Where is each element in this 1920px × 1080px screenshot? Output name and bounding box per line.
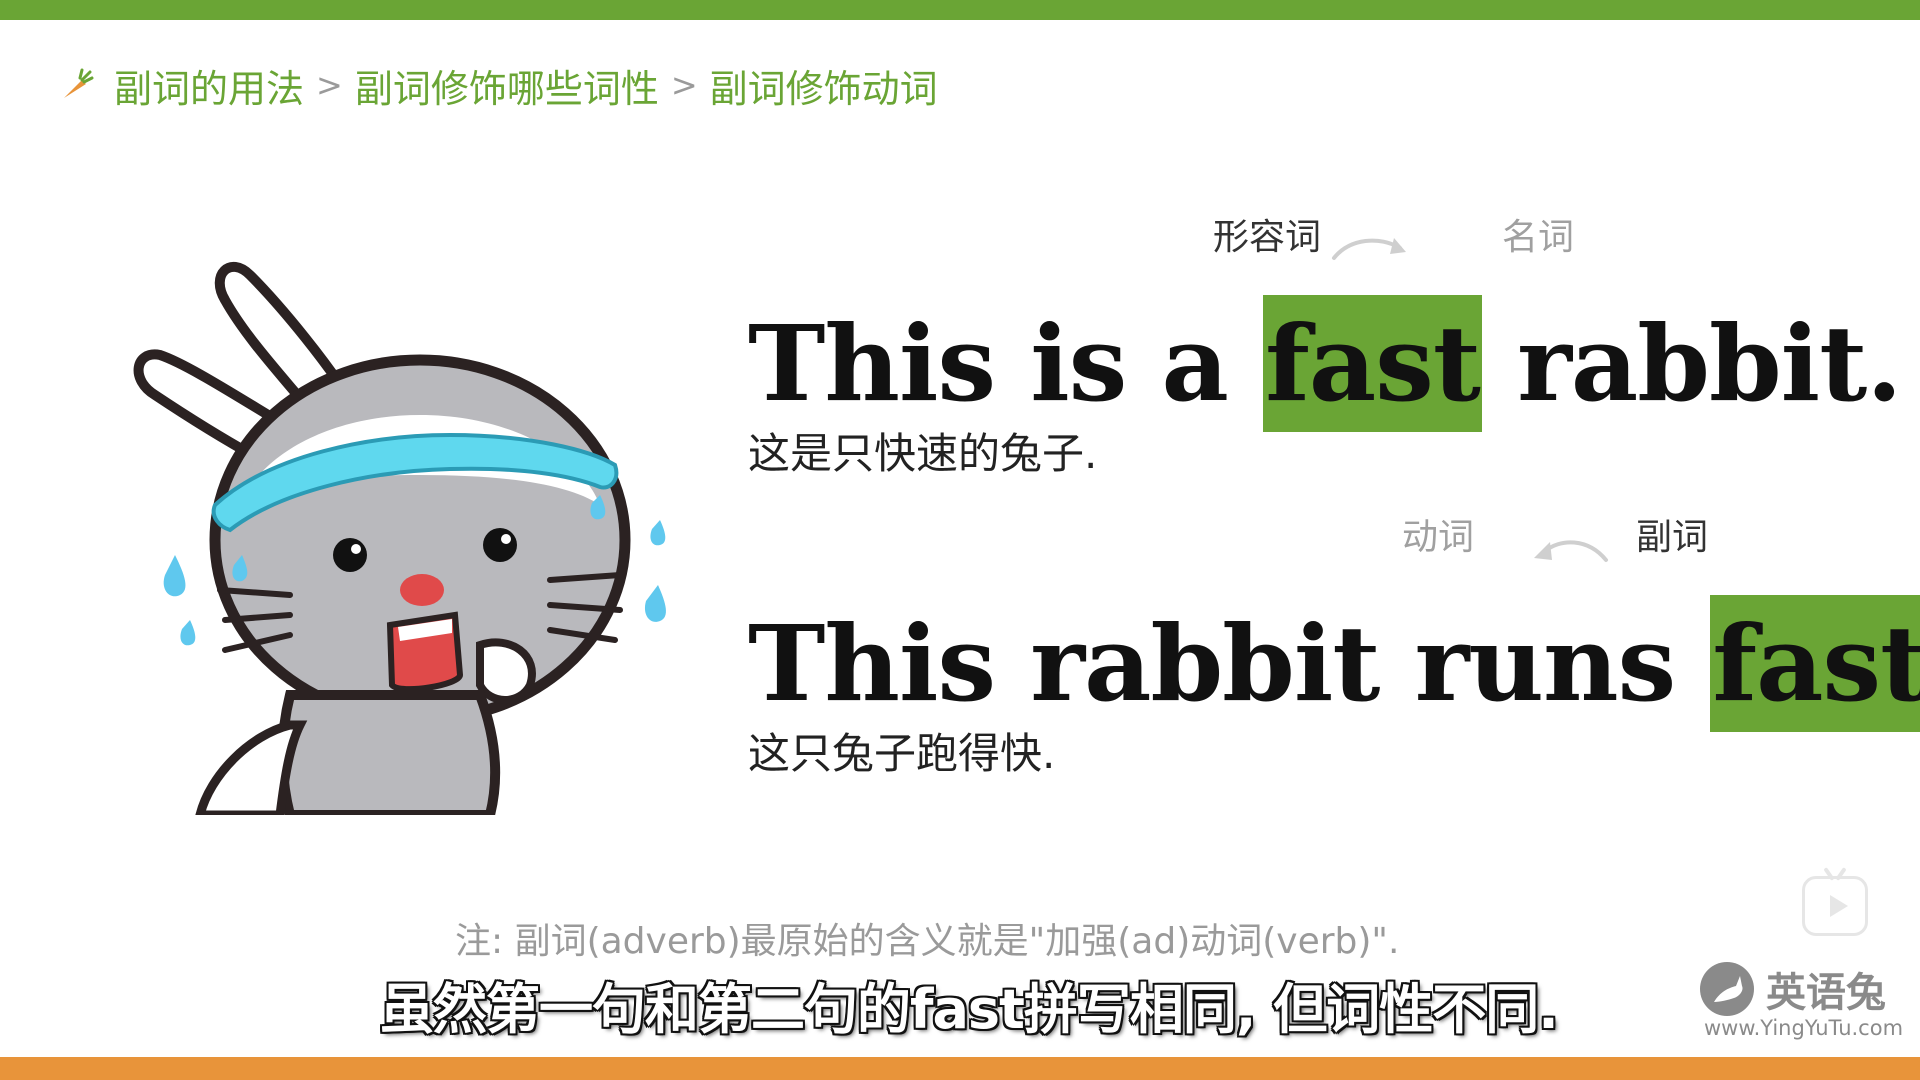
- arrow-right-icon: [1332, 238, 1406, 260]
- carrot-icon: [64, 68, 94, 98]
- bottom-accent-bar: [0, 1057, 1920, 1080]
- example-sentence-2: This rabbit runs fast.: [748, 595, 1920, 733]
- label-verb: 动词: [1402, 517, 1475, 558]
- breadcrumb-separator: >: [670, 66, 698, 104]
- highlight-word: fast: [1710, 595, 1920, 733]
- video-subtitle: 虽然第一句和第二句的fast拼写相同, 但词性不同.: [380, 978, 1559, 1041]
- breadcrumb-item-current: 副词修饰动词: [709, 66, 938, 111]
- rabbit-illustration: [133, 261, 666, 815]
- watermark: 英语兔 www.YingYuTu.com: [1700, 960, 1904, 1040]
- rabbit-logo-icon: [1700, 962, 1754, 1016]
- translation-1: 这是只快速的兔子.: [748, 429, 1098, 478]
- watermark-name: 英语兔: [1766, 969, 1886, 1016]
- arrow-left-icon: [1534, 540, 1608, 562]
- label-adverb: 副词: [1636, 517, 1709, 558]
- top-accent-bar: [0, 0, 1920, 20]
- label-noun: 名词: [1502, 217, 1575, 258]
- play-button[interactable]: [1802, 876, 1868, 936]
- footnote: 注: 副词(adverb)最原始的含义就是"加强(ad)动词(verb)".: [455, 921, 1400, 962]
- label-adjective: 形容词: [1213, 217, 1322, 258]
- breadcrumb-separator: >: [316, 66, 343, 104]
- highlight-word: fast: [1263, 295, 1482, 433]
- breadcrumb-item[interactable]: 副词的用法: [114, 58, 304, 113]
- play-icon: [1830, 895, 1848, 917]
- example-sentence-1: This is a fast rabbit.: [748, 295, 1902, 433]
- breadcrumb: 副词的用法 > 副词修饰哪些词性 > 副词修饰动词: [60, 58, 938, 113]
- watermark-url: www.YingYuTu.com: [1704, 1016, 1904, 1040]
- breadcrumb-item[interactable]: 副词修饰哪些词性: [355, 58, 659, 113]
- translation-2: 这只兔子跑得快.: [748, 729, 1056, 778]
